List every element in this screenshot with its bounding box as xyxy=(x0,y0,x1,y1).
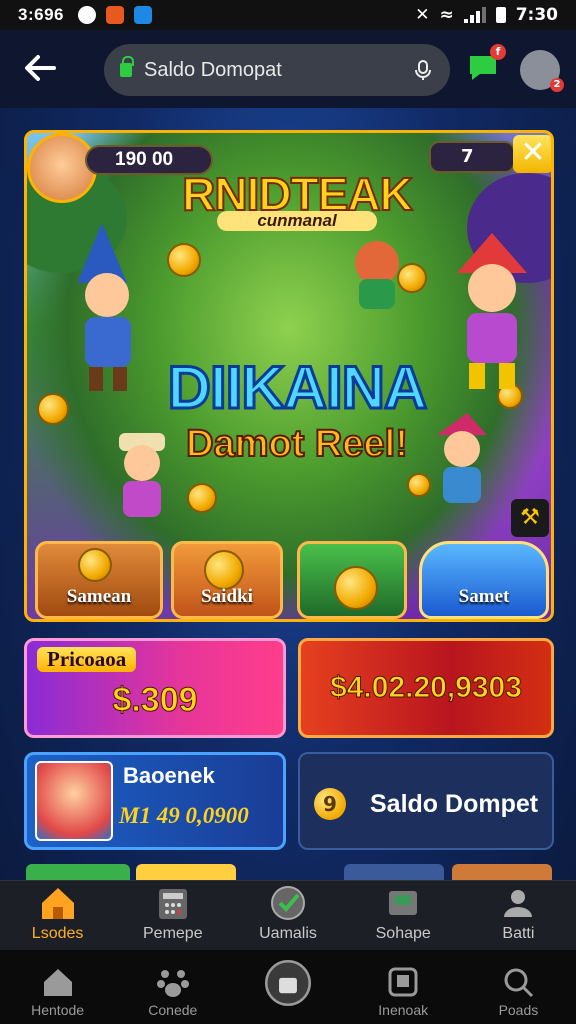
bonus-title: Baoenek xyxy=(123,763,215,788)
mic-icon[interactable] xyxy=(412,59,434,81)
mute-icon: ✕ xyxy=(415,5,430,25)
sys-nav-home[interactable]: Hentode xyxy=(0,950,115,1024)
promo-card[interactable]: Pricoaoa $.309 xyxy=(24,638,286,738)
address-bar[interactable]: Saldo Domopat xyxy=(104,44,450,96)
status-time: 3:696 xyxy=(18,5,64,24)
app-screen: 3:696 ✕ ≈ 7:30 Saldo Domopat f 2 190 00 … xyxy=(0,0,576,1024)
sys-nav-label: Hentode xyxy=(31,1002,85,1018)
sys-nav-label: Conede xyxy=(148,1002,198,1018)
back-arrow-icon[interactable] xyxy=(20,48,60,88)
hammer-icon[interactable]: ⚒ xyxy=(511,499,549,537)
profile-icon xyxy=(504,890,533,917)
wifi-icon: ≈ xyxy=(439,5,454,25)
bonus-card[interactable]: Baoenek M1 49 0,0900 xyxy=(24,752,286,850)
ticket-icon xyxy=(271,886,305,920)
nav-item-uamalis[interactable]: Uamalis xyxy=(230,881,345,950)
nav-label: Pemepe xyxy=(143,925,203,942)
signal-icon xyxy=(463,7,486,23)
wallet-label: Saldo Dompet xyxy=(370,790,539,818)
promo-tag: Pricoaoa xyxy=(37,647,137,672)
category-button-samean[interactable]: Samean xyxy=(35,541,163,619)
game-nav-bar: Lsodes Pemepe Uamalis Sohape Batti xyxy=(0,880,576,950)
paw-icon xyxy=(156,970,189,997)
bonus-character-icon xyxy=(35,761,113,841)
wallet-coin-icon: 9 xyxy=(314,788,346,820)
coin-stack-icon xyxy=(334,566,378,610)
coin-decoration xyxy=(187,483,217,513)
jackpot-value: $4.02.20,9303 xyxy=(330,671,523,705)
status-bar: 3:696 ✕ ≈ 7:30 xyxy=(0,0,576,30)
sys-nav-label: Inenoak xyxy=(378,1002,429,1018)
nav-label: Sohape xyxy=(375,925,431,942)
nav-label: Batti xyxy=(502,925,535,942)
coin-decoration xyxy=(37,393,69,425)
bag-icon xyxy=(265,960,311,1006)
gems-counter: 7 xyxy=(429,141,515,173)
promo-value: $.309 xyxy=(112,681,198,720)
banner-headline: DIIKAINA xyxy=(166,353,429,423)
address-text: Saldo Domopat xyxy=(144,58,282,81)
app-notification-icon-2 xyxy=(133,6,152,24)
close-banner-button[interactable]: ✕ xyxy=(513,135,551,173)
bonus-value: M1 49 0,0900 xyxy=(119,803,249,828)
sys-nav-poads[interactable]: Poads xyxy=(461,950,576,1024)
game-logo-subtitle: cunmanal xyxy=(217,211,377,231)
nav-label: Lsodes xyxy=(31,925,84,942)
search-icon xyxy=(504,968,534,998)
elf-character xyxy=(427,413,497,513)
category-label: Saidki xyxy=(201,586,253,607)
deposit-icon xyxy=(389,891,418,915)
troll-character xyxy=(347,233,407,313)
sys-nav-center[interactable] xyxy=(230,950,345,1024)
category-label: Samean xyxy=(66,586,132,607)
wizard-character xyxy=(67,223,157,393)
notification-icon xyxy=(77,6,96,24)
category-button-saidki[interactable]: Saidki xyxy=(171,541,283,619)
lock-icon xyxy=(120,56,134,77)
gems-value: 7 xyxy=(461,146,474,167)
battery-icon xyxy=(495,7,506,23)
chat-badge: f xyxy=(490,44,506,60)
category-button-samet[interactable]: Samet xyxy=(419,541,549,619)
nav-label: Uamalis xyxy=(259,925,317,942)
app-notification-icon xyxy=(105,6,124,24)
sys-nav-conede[interactable]: Conede xyxy=(115,950,230,1024)
coin-stack-icon xyxy=(78,548,112,582)
nav-item-sohape[interactable]: Sohape xyxy=(346,881,461,950)
banner-subline: Damot Reel! xyxy=(185,422,409,466)
sys-nav-label: Poads xyxy=(498,1002,539,1018)
category-button-coins[interactable] xyxy=(297,541,407,619)
home-icon xyxy=(41,888,74,919)
category-label: Samet xyxy=(458,586,510,607)
top-bar: Saldo Domopat f 2 xyxy=(0,30,576,108)
coin-decoration xyxy=(167,243,201,277)
kid-character xyxy=(107,433,177,533)
jester-character xyxy=(437,233,547,393)
chat-icon[interactable]: f xyxy=(466,44,506,84)
promo-banner[interactable]: 190 00 7 ✕ RNIDTEAK cunmanal DIIKAINA Da… xyxy=(24,130,554,622)
profile-avatar[interactable]: 2 xyxy=(520,50,564,92)
profile-badge: 2 xyxy=(550,78,564,92)
sys-nav-inenoak[interactable]: Inenoak xyxy=(346,950,461,1024)
jackpot-card[interactable]: $4.02.20,9303 xyxy=(298,638,554,738)
nav-item-batti[interactable]: Batti xyxy=(461,881,576,950)
home-icon xyxy=(43,969,72,996)
tablet-icon xyxy=(388,967,418,997)
calculator-icon xyxy=(158,889,187,919)
nav-item-home[interactable]: Lsodes xyxy=(0,881,115,950)
nav-item-pemepe[interactable]: Pemepe xyxy=(115,881,230,950)
system-nav-bar: Hentode Conede Inenoak Poads xyxy=(0,950,576,1024)
wallet-card[interactable]: 9 Saldo Dompet xyxy=(298,752,554,850)
status-time-right: 7:30 xyxy=(515,5,558,25)
